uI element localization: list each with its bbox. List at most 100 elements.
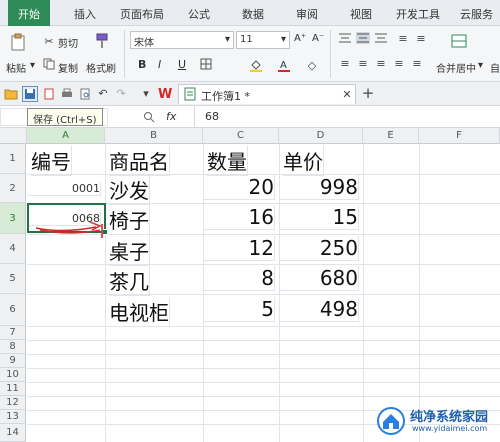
clear-format-icon[interactable]: ◇ (304, 57, 320, 73)
shrink-font-button[interactable]: A⁻ (312, 33, 324, 44)
distributed-icon[interactable]: ≡ (410, 57, 424, 70)
print-preview-icon[interactable] (78, 87, 92, 101)
bold-button[interactable]: B (138, 58, 146, 71)
wps-logo-icon[interactable]: W (158, 85, 174, 101)
underline-button[interactable]: U (178, 58, 186, 71)
fx-button[interactable]: fx (166, 110, 176, 123)
column-header-f[interactable]: F (419, 128, 500, 144)
cell-c3[interactable]: 16 (203, 205, 275, 230)
print-icon[interactable] (60, 87, 74, 101)
column-header-d[interactable]: D (279, 128, 363, 144)
redo-icon[interactable]: ↷ (114, 86, 128, 100)
cell-a2[interactable]: 0001 (27, 182, 101, 196)
cut-button[interactable]: 剪切 (58, 35, 78, 50)
cell-b6[interactable]: 电视柜 (109, 297, 170, 327)
column-header-c[interactable]: C (203, 128, 279, 144)
cell-d4[interactable]: 250 (279, 236, 359, 261)
row-header-9[interactable]: 9 (0, 354, 26, 368)
merge-center-icon[interactable] (450, 32, 468, 50)
copy-button[interactable]: 复制 (58, 60, 78, 75)
justify-icon[interactable]: ≡ (392, 57, 406, 70)
tab-home[interactable]: 开始 (8, 0, 50, 26)
cell-b1[interactable]: 商品名 (109, 146, 170, 176)
row-header-6[interactable]: 6 (0, 294, 26, 326)
cell-b3[interactable]: 椅子 (109, 205, 150, 235)
customize-dropdown-icon[interactable]: ▾ (140, 86, 152, 100)
copy-icon[interactable] (42, 57, 56, 71)
tab-formulas[interactable]: 公式 (188, 6, 210, 22)
folder-icon[interactable] (4, 87, 18, 101)
paste-icon[interactable] (8, 32, 28, 52)
align-bottom-icon[interactable] (374, 32, 388, 44)
zoom-icon[interactable] (142, 110, 156, 124)
tab-data[interactable]: 数据 (242, 6, 264, 22)
column-header-b[interactable]: B (105, 128, 203, 144)
row-header-8[interactable]: 8 (0, 340, 26, 354)
tab-review[interactable]: 审阅 (296, 6, 318, 22)
fill-color-icon[interactable] (248, 57, 264, 73)
borders-icon[interactable] (198, 57, 214, 71)
cell-b2[interactable]: 沙发 (109, 175, 150, 205)
align-center-icon[interactable]: ≡ (356, 57, 370, 70)
row-header-13[interactable]: 13 (0, 410, 26, 424)
cell-c4[interactable]: 12 (203, 236, 275, 261)
document-tab[interactable]: 工作簿1 * ✕ (178, 84, 356, 104)
merge-center-button[interactable]: 合并居中 (436, 60, 476, 75)
format-painter-button[interactable]: 格式刷 (86, 60, 116, 75)
grow-font-button[interactable]: A⁺ (294, 33, 306, 44)
cell-d6[interactable]: 498 (279, 297, 359, 322)
format-painter-icon[interactable] (94, 32, 110, 50)
select-all-corner[interactable] (0, 128, 27, 144)
cell-a1[interactable]: 编号 (31, 146, 72, 176)
merge-dropdown-icon[interactable]: ▾ (478, 60, 483, 71)
scissors-icon[interactable]: ✂ (42, 34, 56, 48)
decrease-indent-icon[interactable]: ≡ (396, 32, 410, 45)
row-header-5[interactable]: 5 (0, 264, 26, 294)
export-pdf-icon[interactable] (42, 87, 56, 101)
cell-d1[interactable]: 单价 (283, 146, 324, 176)
font-color-icon[interactable]: A (276, 57, 292, 73)
cell-b4[interactable]: 桌子 (109, 236, 150, 266)
cell-d3[interactable]: 15 (279, 205, 359, 230)
increase-indent-icon[interactable]: ≡ (414, 32, 428, 45)
row-header-7[interactable]: 7 (0, 326, 26, 340)
column-header-a[interactable]: A (27, 128, 105, 144)
align-left-icon[interactable]: ≡ (338, 57, 352, 70)
tab-insert[interactable]: 插入 (74, 6, 96, 22)
font-size-value: 11 (240, 34, 253, 45)
italic-button[interactable]: I (158, 58, 161, 71)
font-name-select[interactable]: 宋体 ▾ (130, 31, 234, 49)
cell-c1[interactable]: 数量 (207, 146, 248, 176)
wrap-text-button[interactable]: 自 (490, 60, 500, 75)
row-header-14[interactable]: 14 (0, 424, 26, 442)
cell-c5[interactable]: 8 (203, 266, 275, 291)
column-header-e[interactable]: E (363, 128, 419, 144)
row-header-11[interactable]: 11 (0, 382, 26, 396)
tab-page-layout[interactable]: 页面布局 (120, 6, 164, 22)
tab-developer[interactable]: 开发工具 (396, 6, 440, 22)
tab-view[interactable]: 视图 (350, 6, 372, 22)
cell-d5[interactable]: 680 (279, 266, 359, 291)
paste-dropdown-icon[interactable]: ▾ (30, 60, 35, 71)
row-header-10[interactable]: 10 (0, 368, 26, 382)
align-middle-icon[interactable] (356, 32, 370, 44)
cell-c2[interactable]: 20 (203, 175, 275, 200)
row-header-1[interactable]: 1 (0, 144, 26, 174)
new-tab-icon[interactable]: + (360, 84, 376, 102)
close-icon[interactable]: ✕ (341, 87, 353, 101)
row-header-3[interactable]: 3 (0, 203, 26, 234)
cell-c6[interactable]: 5 (203, 297, 275, 322)
undo-icon[interactable]: ↶ (96, 86, 110, 100)
tab-cloud[interactable]: 云服务 (460, 6, 493, 22)
row-header-2[interactable]: 2 (0, 174, 26, 203)
align-top-icon[interactable] (338, 32, 352, 44)
row-header-4[interactable]: 4 (0, 234, 26, 264)
formula-input[interactable]: 68 (194, 106, 500, 128)
align-right-icon[interactable]: ≡ (374, 57, 388, 70)
save-icon[interactable] (22, 86, 38, 102)
font-size-select[interactable]: 11 ▾ (236, 31, 290, 49)
row-header-12[interactable]: 12 (0, 396, 26, 410)
cell-d2[interactable]: 998 (279, 175, 359, 200)
cell-b5[interactable]: 茶几 (109, 266, 150, 296)
paste-button[interactable]: 粘贴 (6, 60, 26, 75)
